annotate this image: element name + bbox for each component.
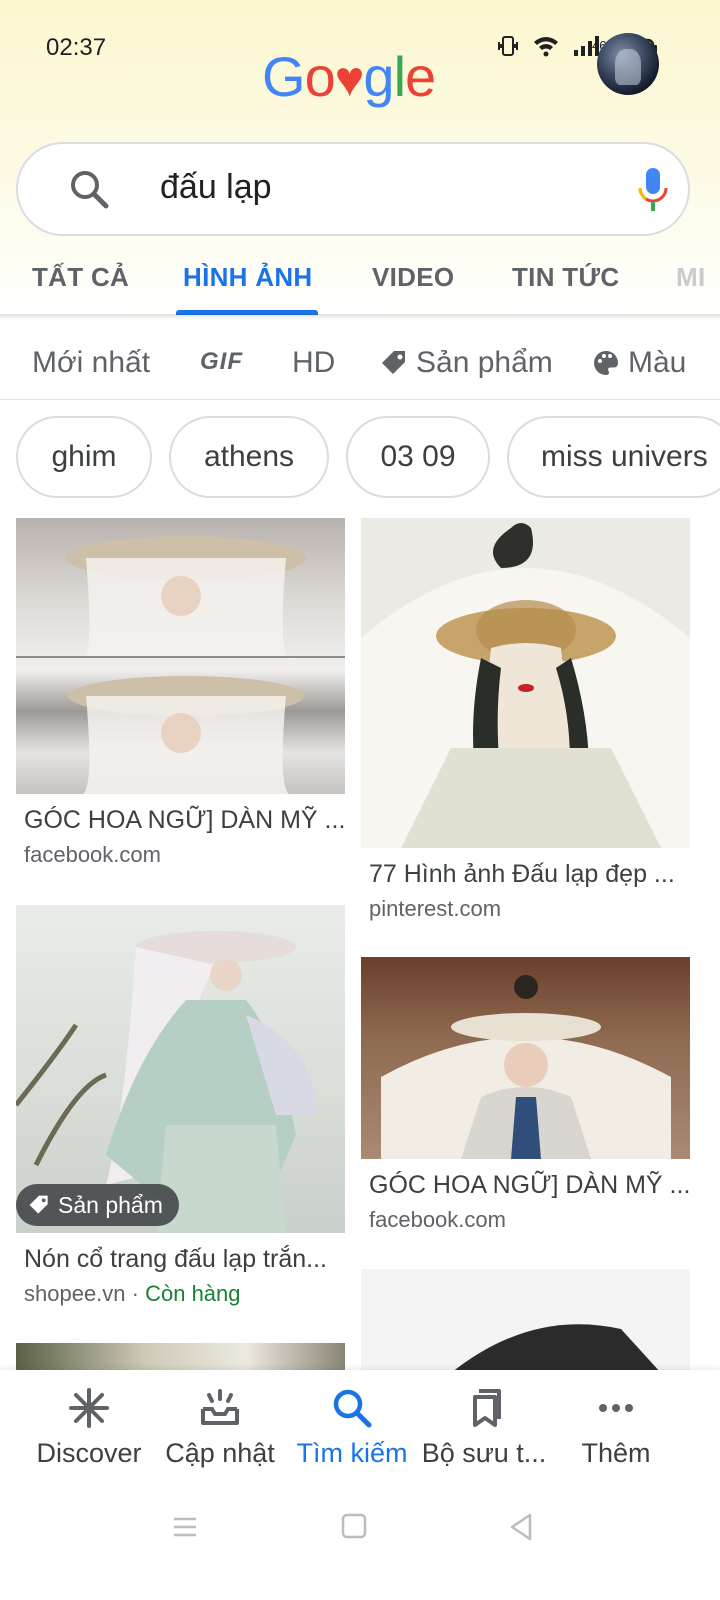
status-icons: [496, 34, 600, 58]
nav-label: Bộ sưu t...: [421, 1438, 547, 1468]
logo-letter: e: [405, 45, 436, 108]
filter-label: GIF: [200, 348, 243, 375]
result-title[interactable]: GÓC HOA NGỮ] DÀN MỸ ...: [369, 1171, 690, 1200]
search-tabs: TẤT CẢ HÌNH ẢNH VIDEO TIN TỨC MI: [0, 250, 720, 316]
nav-updates[interactable]: Cập nhật: [150, 1384, 290, 1469]
filter-gif[interactable]: GIF: [200, 348, 243, 376]
nav-label: Tìm kiếm: [296, 1438, 408, 1468]
home-icon[interactable]: [341, 1512, 367, 1540]
tab-images[interactable]: HÌNH ẢNH: [183, 262, 313, 293]
tab-news[interactable]: TIN TỨC: [512, 262, 619, 293]
badge-label: Sản phẩm: [58, 1191, 163, 1218]
image-content: [381, 975, 671, 1159]
result-title[interactable]: 77 Hình ảnh Đấu lạp đẹp ...: [369, 860, 675, 889]
nav-label: Thêm: [581, 1438, 651, 1468]
asterisk-icon: [69, 1388, 109, 1428]
filter-label: Sản phẩm: [416, 346, 553, 379]
image-content: [361, 523, 690, 848]
recent-apps-icon[interactable]: [172, 1514, 198, 1540]
filter-bar: Mới nhất GIF HD Sản phẩm Màu: [0, 320, 720, 400]
result-image[interactable]: [361, 1269, 690, 1373]
tag-icon: [29, 1195, 48, 1214]
related-chip[interactable]: miss univers: [507, 416, 720, 498]
result-source: facebook.com: [24, 842, 161, 867]
tab-all[interactable]: TẤT CẢ: [32, 262, 129, 293]
nav-more[interactable]: Thêm: [546, 1384, 686, 1469]
palette-icon: [594, 351, 618, 375]
bottom-navigation: Discover Cập nhật Tìm kiếm Bộ sưu t... T…: [0, 1370, 720, 1490]
logo-letter: o: [304, 45, 336, 108]
image-content: [16, 536, 345, 794]
stock-status: Còn hàng: [145, 1281, 241, 1306]
logo-letter: G: [262, 45, 306, 108]
logo-letter: l: [393, 45, 406, 108]
tab-more[interactable]: MI: [676, 262, 705, 293]
filter-hd[interactable]: HD: [292, 346, 335, 380]
nav-collections[interactable]: Bộ sưu t...: [414, 1384, 554, 1469]
filter-label: Mới nhất: [32, 346, 151, 379]
filter-products[interactable]: Sản phẩm: [380, 346, 553, 380]
search-icon: [71, 171, 109, 209]
mic-icon[interactable]: [636, 166, 670, 214]
result-source: shopee.vn · Còn hàng: [24, 1281, 241, 1307]
filter-label: HD: [292, 346, 336, 379]
filter-newest[interactable]: Mới nhất: [32, 346, 150, 380]
related-chip[interactable]: 03 09: [346, 416, 490, 498]
result-title[interactable]: GÓC HOA NGỮ] DÀN MỸ ...: [24, 806, 345, 835]
image-content: [451, 1324, 661, 1373]
result-source: facebook.com: [369, 1207, 506, 1232]
filter-color[interactable]: Màu: [592, 346, 686, 380]
nav-discover[interactable]: Discover: [19, 1384, 159, 1469]
logo-letter: g: [363, 45, 394, 108]
product-badge: Sản phẩm: [16, 1184, 179, 1226]
google-logo[interactable]: Go♥gle: [262, 44, 436, 109]
updates-icon: [201, 1389, 239, 1425]
avatar[interactable]: [597, 33, 659, 95]
vibrate-icon: [498, 36, 518, 56]
related-chip[interactable]: athens: [169, 416, 329, 498]
source-separator: ·: [125, 1281, 146, 1306]
tag-icon: [382, 351, 405, 374]
result-title[interactable]: Nón cổ trang đấu lạp trắn...: [24, 1245, 327, 1274]
collections-icon: [473, 1389, 501, 1427]
heart-icon: ♥: [334, 51, 365, 107]
result-image[interactable]: [16, 1343, 345, 1373]
filter-label: Màu: [628, 346, 687, 379]
tab-video[interactable]: VIDEO: [372, 262, 454, 293]
system-navigation: [0, 1490, 720, 1600]
result-image[interactable]: [361, 518, 690, 848]
more-icon: [599, 1404, 633, 1412]
search-icon: [333, 1389, 372, 1428]
source-domain: shopee.vn: [24, 1281, 126, 1306]
search-box[interactable]: đấu lạp: [16, 142, 690, 236]
related-chip[interactable]: ghim: [16, 416, 152, 498]
clock: 02:37: [46, 34, 107, 61]
back-icon[interactable]: [508, 1512, 534, 1542]
search-query[interactable]: đấu lạp: [160, 168, 272, 207]
wifi-icon: [534, 37, 558, 57]
result-image[interactable]: [16, 518, 345, 794]
result-image[interactable]: [361, 957, 690, 1159]
nav-label: Discover: [36, 1438, 142, 1468]
result-source: pinterest.com: [369, 896, 502, 921]
nav-label: Cập nhật: [165, 1438, 275, 1468]
nav-search[interactable]: Tìm kiếm: [282, 1384, 422, 1469]
